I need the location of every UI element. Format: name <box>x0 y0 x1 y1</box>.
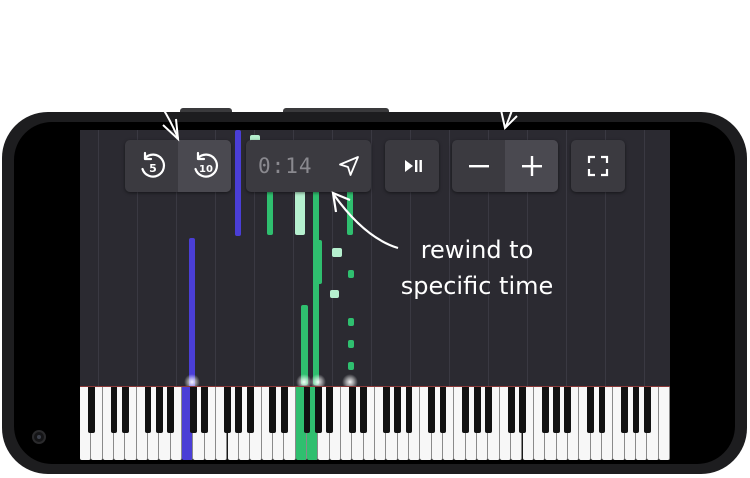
annotation-line-1: rewind to <box>420 236 534 264</box>
annotation-label: rewind to specific time <box>382 232 572 304</box>
annotation-arrows <box>139 79 521 250</box>
arrow-to-rewind <box>139 81 179 139</box>
annotation-line-2: specific time <box>400 272 554 300</box>
